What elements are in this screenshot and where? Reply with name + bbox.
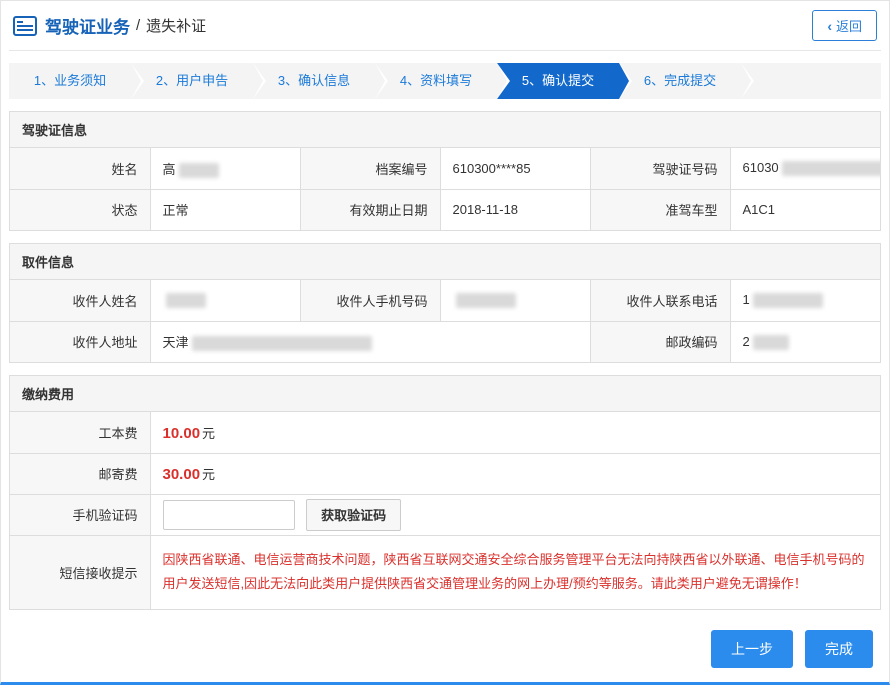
footer-actions: 上一步 完成 — [9, 630, 881, 668]
finish-button[interactable]: 完成 — [805, 630, 873, 668]
step-label: 4、资料填写 — [400, 73, 472, 88]
cost-fee-amount: 10.00 — [163, 425, 201, 442]
step-4-fill-data: 4、资料填写 — [375, 63, 497, 99]
step-2-user-declaration: 2、用户申告 — [131, 63, 253, 99]
step-6-complete-submit: 6、完成提交 — [619, 63, 741, 99]
cost-fee-unit: 元 — [202, 426, 215, 441]
license-number-label: 驾驶证号码 — [590, 148, 730, 189]
postage-fee-unit: 元 — [202, 467, 215, 482]
get-captcha-button[interactable]: 获取验证码 — [306, 499, 401, 531]
file-number-label: 档案编号 — [300, 148, 440, 189]
captcha-label: 手机验证码 — [10, 494, 150, 535]
step-label: 3、确认信息 — [278, 73, 350, 88]
table-row: 状态 正常 有效期止日期 2018-11-18 准驾车型 A1C1 — [10, 189, 880, 230]
step-label: 2、用户申告 — [156, 73, 228, 88]
step-wizard: 1、业务须知 2、用户申告 3、确认信息 4、资料填写 5、确认提交 6、完成提… — [9, 63, 881, 99]
pickup-info-title: 取件信息 — [10, 244, 880, 280]
page-subtitle: 遗失补证 — [146, 15, 206, 36]
redacted-value — [456, 293, 516, 308]
table-row: 姓名 高 档案编号 610300****85 驾驶证号码 61030 — [10, 148, 880, 189]
status-label: 状态 — [10, 189, 150, 230]
recipient-phone-value: 1 — [730, 280, 880, 321]
step-1-business-notice: 1、业务须知 — [9, 63, 131, 99]
name-value: 高 — [150, 148, 300, 189]
fees-title: 缴纳费用 — [10, 376, 880, 412]
postal-code-label: 邮政编码 — [590, 321, 730, 362]
redacted-value — [192, 336, 372, 351]
recipient-address-value: 天津 — [150, 321, 590, 362]
vehicle-type-label: 准驾车型 — [590, 189, 730, 230]
page-title: 驾驶证业务 — [45, 13, 130, 38]
page-container: 驾驶证业务 / 遗失补证 ‹ 返回 1、业务须知 2、用户申告 3、确认信息 4… — [0, 0, 890, 685]
license-info-table: 姓名 高 档案编号 610300****85 驾驶证号码 61030 状态 正常… — [10, 148, 880, 230]
step-bar-filler — [741, 63, 881, 99]
table-row: 邮寄费 30.00元 — [10, 453, 880, 494]
recipient-phone-label: 收件人联系电话 — [590, 280, 730, 321]
previous-step-button[interactable]: 上一步 — [711, 630, 793, 668]
captcha-input[interactable] — [163, 500, 295, 530]
redacted-value — [753, 293, 823, 308]
expiry-label: 有效期止日期 — [300, 189, 440, 230]
name-label: 姓名 — [10, 148, 150, 189]
license-info-section: 驾驶证信息 姓名 高 档案编号 610300****85 驾驶证号码 61030… — [9, 111, 881, 231]
back-label: 返回 — [836, 16, 862, 35]
license-number-value: 61030 — [730, 148, 880, 189]
fees-section: 缴纳费用 工本费 10.00元 邮寄费 30.00元 手机验证码 获取验证码 短… — [9, 375, 881, 610]
name-value-text: 高 — [163, 162, 176, 177]
vehicle-type-value: A1C1 — [730, 189, 880, 230]
redacted-value — [753, 335, 789, 350]
table-row: 手机验证码 获取验证码 — [10, 494, 880, 535]
step-5-confirm-submit: 5、确认提交 — [497, 63, 619, 99]
fees-table: 工本费 10.00元 邮寄费 30.00元 手机验证码 获取验证码 短信接收提示… — [10, 412, 880, 609]
recipient-name-label: 收件人姓名 — [10, 280, 150, 321]
table-row: 收件人姓名 收件人手机号码 收件人联系电话 1 — [10, 280, 880, 321]
recipient-mobile-value — [440, 280, 590, 321]
table-row: 收件人地址 天津 邮政编码 2 — [10, 321, 880, 362]
breadcrumb-separator: / — [136, 17, 140, 34]
postal-code-text: 2 — [743, 334, 750, 349]
cost-fee-value: 10.00元 — [150, 412, 880, 453]
recipient-mobile-label: 收件人手机号码 — [300, 280, 440, 321]
pickup-info-section: 取件信息 收件人姓名 收件人手机号码 收件人联系电话 1 收件人地址 天津 邮政… — [9, 243, 881, 363]
pickup-info-table: 收件人姓名 收件人手机号码 收件人联系电话 1 收件人地址 天津 邮政编码 2 — [10, 280, 880, 362]
postage-fee-label: 邮寄费 — [10, 453, 150, 494]
step-label: 6、完成提交 — [644, 73, 716, 88]
sms-notice-text: 因陕西省联通、电信运营商技术问题，陕西省互联网交通安全综合服务管理平台无法向持陕… — [150, 535, 880, 609]
step-3-confirm-info: 3、确认信息 — [253, 63, 375, 99]
table-row: 短信接收提示 因陕西省联通、电信运营商技术问题，陕西省互联网交通安全综合服务管理… — [10, 535, 880, 609]
back-chevron-icon: ‹ — [827, 19, 832, 33]
recipient-address-label: 收件人地址 — [10, 321, 150, 362]
recipient-phone-text: 1 — [743, 292, 750, 307]
redacted-value — [782, 161, 880, 176]
step-label: 5、确认提交 — [522, 73, 594, 88]
expiry-value: 2018-11-18 — [440, 189, 590, 230]
redacted-value — [166, 293, 206, 308]
postage-fee-value: 30.00元 — [150, 453, 880, 494]
cost-fee-label: 工本费 — [10, 412, 150, 453]
captcha-cell: 获取验证码 — [150, 494, 880, 535]
page-header: 驾驶证业务 / 遗失补证 ‹ 返回 — [9, 1, 881, 51]
file-number-value: 610300****85 — [440, 148, 590, 189]
postal-code-value: 2 — [730, 321, 880, 362]
back-button[interactable]: ‹ 返回 — [812, 10, 877, 41]
sms-notice-label: 短信接收提示 — [10, 535, 150, 609]
recipient-name-value — [150, 280, 300, 321]
license-number-text: 61030 — [743, 160, 779, 175]
license-info-title: 驾驶证信息 — [10, 112, 880, 148]
license-business-icon — [13, 16, 37, 36]
step-label: 1、业务须知 — [34, 73, 106, 88]
table-row: 工本费 10.00元 — [10, 412, 880, 453]
redacted-value — [179, 163, 219, 178]
status-value: 正常 — [150, 189, 300, 230]
recipient-address-text: 天津 — [163, 335, 189, 350]
postage-fee-amount: 30.00 — [163, 466, 201, 483]
